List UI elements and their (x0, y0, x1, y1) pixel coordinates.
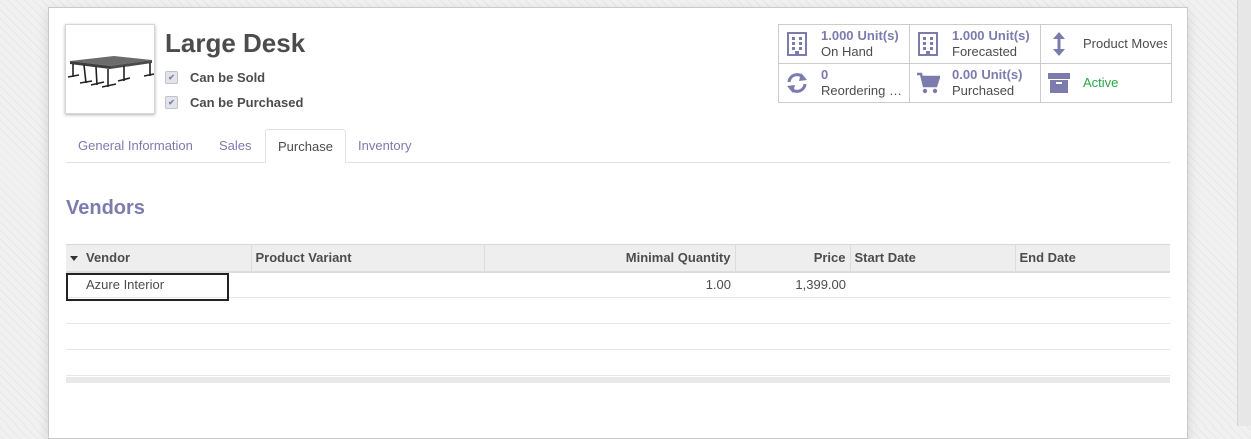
price-cell[interactable]: 1,399.00 (735, 271, 850, 298)
refresh-icon (785, 71, 809, 95)
vendors-header-row: Vendor Product Variant Minimal Quantity … (66, 244, 1170, 273)
vendor-cell[interactable]: Azure Interior (66, 271, 251, 301)
cell-focus-outline (66, 272, 229, 301)
tab-sales[interactable]: Sales (207, 129, 264, 162)
building-icon (785, 32, 809, 56)
product-moves-label: Product Moves (1083, 36, 1167, 51)
tab-inventory[interactable]: Inventory (346, 129, 423, 162)
forecasted-value: 1.000 (952, 28, 985, 43)
on-hand-value: 1.000 (821, 28, 854, 43)
product-image[interactable] (65, 24, 155, 114)
can-be-purchased-label[interactable]: Can be Purchased (190, 95, 303, 110)
cart-icon (916, 71, 940, 95)
col-price[interactable]: Price (734, 244, 850, 273)
variant-cell[interactable] (251, 271, 484, 298)
tab-purchase[interactable]: Purchase (265, 129, 346, 163)
on-hand-unit: Unit(s) (857, 28, 899, 43)
col-product-variant[interactable]: Product Variant (250, 244, 484, 273)
form-sheet: Large Desk ✔ Can be Sold ✔ Can be Purcha… (48, 7, 1188, 439)
product-moves-button[interactable]: Product Moves (1041, 25, 1172, 64)
can-be-purchased-row: ✔ Can be Purchased (165, 95, 303, 110)
table-row[interactable]: Azure Interior 1.00 1,399.00 (66, 271, 1170, 301)
col-start-date[interactable]: Start Date (849, 244, 1015, 273)
forecasted-label: Forecasted (952, 44, 1018, 59)
table-footer (66, 377, 1170, 383)
can-be-purchased-checkbox[interactable]: ✔ (165, 96, 178, 109)
sort-caret-cell[interactable] (66, 244, 82, 273)
purchased-unit: Unit(s) (981, 67, 1023, 82)
col-minimal-quantity[interactable]: Minimal Quantity (483, 244, 735, 273)
notebook-tabs: General Information Sales Purchase Inven… (66, 129, 1170, 163)
on-hand-label: On Hand (821, 44, 874, 59)
can-be-sold-row: ✔ Can be Sold (165, 70, 265, 85)
forecasted-button[interactable]: 1.000 Unit(s) Forecasted (910, 25, 1041, 64)
reordering-rules-button[interactable]: 0 Reordering R… (779, 64, 910, 103)
building-icon (916, 32, 940, 56)
forecasted-unit: Unit(s) (988, 28, 1030, 43)
can-be-sold-label[interactable]: Can be Sold (190, 70, 265, 85)
purchased-button[interactable]: 0.00 Unit(s) Purchased (910, 64, 1041, 103)
active-toggle-button[interactable]: Active (1041, 64, 1172, 103)
start-date-cell[interactable] (850, 271, 1015, 298)
col-end-date[interactable]: End Date (1014, 244, 1170, 273)
reordering-label: Reordering R… (821, 83, 905, 98)
purchased-label: Purchased (952, 83, 1015, 98)
reordering-value: 0 (821, 67, 829, 82)
can-be-sold-checkbox[interactable]: ✔ (165, 71, 178, 84)
page-scrollbar[interactable] (1237, 0, 1251, 426)
up-down-arrow-icon (1047, 32, 1071, 56)
col-vendor[interactable]: Vendor (82, 244, 251, 273)
tab-general-information[interactable]: General Information (66, 129, 205, 162)
desk-image-icon (67, 56, 154, 88)
on-hand-button[interactable]: 1.000 Unit(s) On Hand (779, 25, 910, 64)
table-row (66, 349, 1170, 376)
caret-down-icon (70, 256, 78, 262)
vendors-table: Vendor Product Variant Minimal Quantity … (66, 244, 1170, 376)
table-row (66, 297, 1170, 324)
archive-box-icon (1047, 71, 1071, 95)
purchased-value: 0.00 (952, 67, 978, 82)
smart-buttons: 1.000 Unit(s) On Hand 1.000 Unit(s) Foreca… (778, 24, 1172, 103)
product-name[interactable]: Large Desk (165, 28, 305, 59)
table-row (66, 323, 1170, 350)
end-date-cell[interactable] (1015, 271, 1170, 298)
vendors-section-title: Vendors (66, 197, 145, 219)
min-qty-cell[interactable]: 1.00 (484, 271, 735, 298)
active-label: Active (1083, 75, 1119, 90)
